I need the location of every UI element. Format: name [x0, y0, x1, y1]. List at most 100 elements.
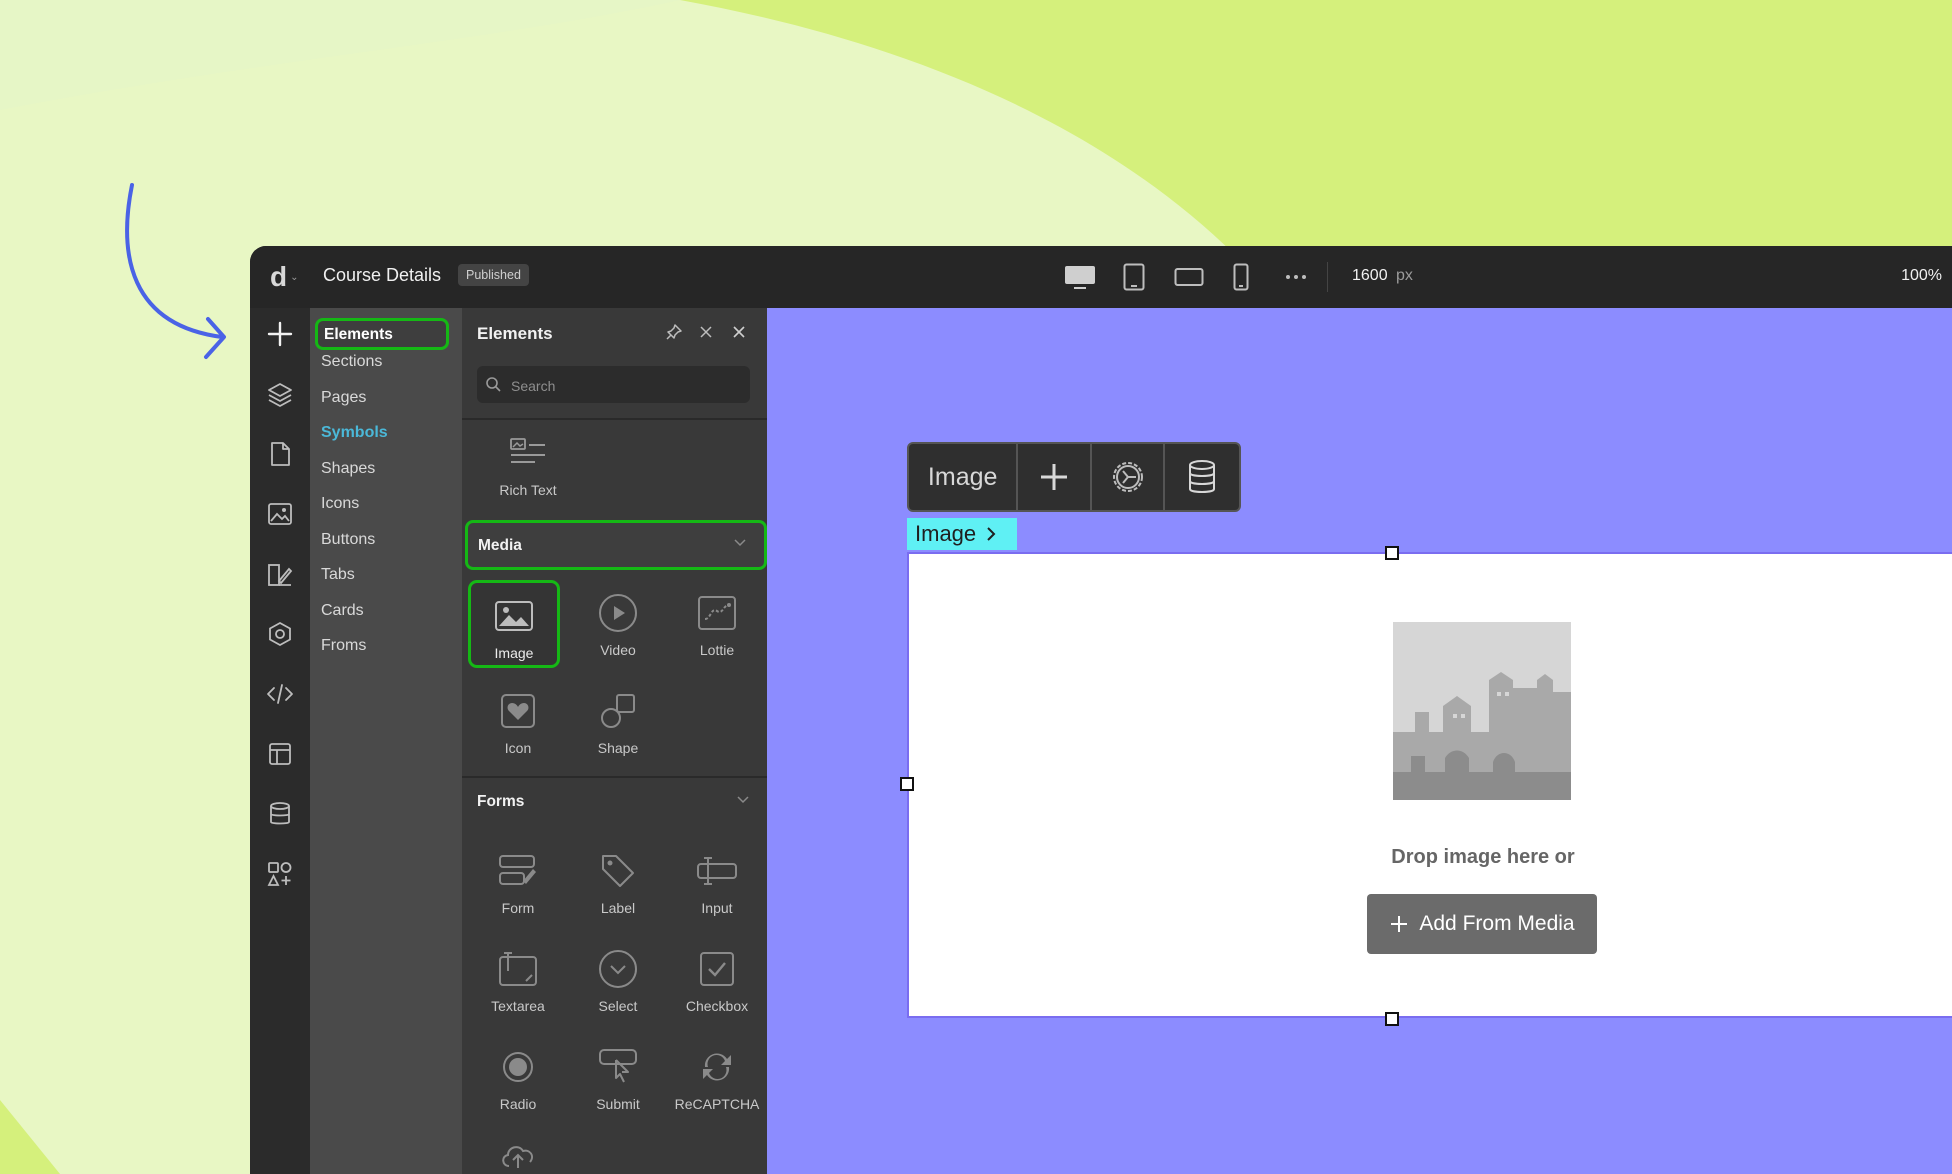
checkbox-icon	[700, 952, 734, 986]
element-checkbox[interactable]: Checkbox	[671, 936, 763, 1024]
pin-panel-button[interactable]	[662, 320, 686, 344]
tablet-view-button[interactable]	[1120, 263, 1148, 291]
category-sections[interactable]: Sections	[321, 353, 382, 371]
layers-button[interactable]	[262, 376, 298, 412]
search-icon	[486, 377, 501, 392]
pages-button[interactable]	[262, 436, 298, 472]
more-options-button[interactable]	[1282, 263, 1310, 291]
lottie-icon	[698, 596, 736, 630]
category-icons[interactable]: Icons	[321, 495, 359, 513]
canvas-width-input[interactable]: 1600	[1352, 267, 1388, 285]
collapse-panel-button[interactable]	[694, 320, 718, 344]
search-box	[477, 366, 750, 405]
collapse-icon	[700, 326, 712, 338]
mobile-view-button[interactable]	[1230, 263, 1252, 291]
plus-icon	[1041, 464, 1068, 490]
add-from-media-label: Add From Media	[1419, 912, 1575, 935]
forms-section-header[interactable]: Forms	[462, 780, 767, 824]
category-nav: Elements Sections Pages Symbols Shapes I…	[310, 308, 462, 1174]
search-input[interactable]	[509, 366, 743, 405]
element-upload[interactable]	[472, 1126, 564, 1174]
layout-icon	[269, 743, 291, 765]
element-textarea[interactable]: Textarea	[472, 936, 564, 1024]
panel-divider	[462, 776, 767, 778]
toolbar-add-button[interactable]	[1018, 444, 1092, 510]
design-canvas[interactable]: Image Image Drop image here or Add From …	[767, 308, 1952, 1174]
element-label: Lottie	[699, 642, 735, 658]
category-forms[interactable]: Froms	[321, 637, 366, 655]
zoom-level[interactable]: 100%	[1901, 267, 1942, 285]
image-icon-wrap	[494, 593, 534, 639]
chevron-right-icon	[987, 527, 996, 541]
status-badge: Published	[458, 264, 529, 286]
toolbar-data-button[interactable]	[1165, 444, 1239, 510]
category-pages[interactable]: Pages	[321, 389, 366, 407]
element-label: Checkbox	[685, 998, 749, 1014]
add-elements-button[interactable]	[262, 316, 298, 352]
element-select[interactable]: Select	[572, 936, 664, 1024]
category-shapes[interactable]: Shapes	[321, 460, 375, 478]
category-symbols[interactable]: Symbols	[321, 424, 388, 442]
templates-button[interactable]	[262, 736, 298, 772]
resize-handle-bottom[interactable]	[1385, 1012, 1399, 1026]
element-video[interactable]: Video	[572, 580, 664, 668]
code-icon	[267, 684, 293, 704]
image-element[interactable]: Drop image here or Add From Media	[907, 552, 1952, 1018]
element-lottie[interactable]: Lottie	[671, 580, 763, 668]
upload-icon-wrap	[499, 1136, 537, 1174]
apps-button[interactable]	[262, 856, 298, 892]
media-button[interactable]	[262, 496, 298, 532]
category-cards[interactable]: Cards	[321, 602, 364, 620]
element-label: ReCAPTCHA	[674, 1096, 760, 1112]
checkbox-icon-wrap	[699, 946, 735, 992]
element-label-item[interactable]: Label	[572, 838, 664, 926]
element-radio[interactable]: Radio	[472, 1034, 564, 1122]
element-submit[interactable]: Submit	[572, 1034, 664, 1122]
category-tabs[interactable]: Tabs	[321, 566, 355, 584]
desktop-icon	[1065, 266, 1095, 289]
element-input[interactable]: Input	[671, 838, 763, 926]
element-shape[interactable]: Shape	[572, 678, 664, 766]
selection-breadcrumb[interactable]: Image	[907, 518, 1017, 550]
plus-icon	[1391, 916, 1408, 932]
recaptcha-icon	[703, 1053, 731, 1081]
mobile-landscape-icon	[1174, 268, 1204, 286]
app-logo-menu[interactable]: d ⌄	[270, 263, 310, 291]
element-label: Radio	[499, 1096, 537, 1112]
element-image[interactable]: Image	[468, 580, 560, 668]
element-label: Textarea	[491, 998, 545, 1014]
element-recaptcha[interactable]: ReCAPTCHA	[671, 1034, 763, 1122]
category-elements[interactable]: Elements	[315, 318, 449, 350]
styles-button[interactable]	[262, 556, 298, 592]
desktop-view-button[interactable]	[1062, 263, 1098, 291]
image-icon	[268, 503, 292, 525]
media-section-header[interactable]: Media	[465, 520, 767, 570]
element-label: Icon	[504, 740, 532, 756]
components-button[interactable]	[262, 616, 298, 652]
landscape-view-button[interactable]	[1172, 263, 1206, 291]
database-button[interactable]	[262, 796, 298, 832]
code-button[interactable]	[262, 676, 298, 712]
toolbar-settings-button[interactable]	[1092, 444, 1166, 510]
layers-icon	[268, 383, 292, 407]
resize-handle-top[interactable]	[1385, 546, 1399, 560]
element-rich-text[interactable]: Rich Text	[482, 420, 574, 508]
more-icon	[1286, 275, 1306, 279]
element-icon[interactable]: Icon	[472, 678, 564, 766]
tag-icon	[602, 855, 634, 887]
element-label: Input	[701, 900, 733, 916]
section-title: Forms	[477, 793, 525, 810]
close-panel-button[interactable]	[727, 320, 751, 344]
element-form[interactable]: Form	[472, 838, 564, 926]
submit-icon	[599, 1049, 637, 1083]
element-label: Select	[598, 998, 638, 1014]
input-icon	[697, 857, 737, 885]
add-from-media-button[interactable]: Add From Media	[1367, 894, 1597, 954]
category-buttons[interactable]: Buttons	[321, 531, 375, 549]
toolbar-divider	[1327, 262, 1328, 292]
chevron-down-icon: ⌄	[290, 271, 299, 283]
textarea-icon-wrap	[498, 946, 538, 992]
chevron-down-icon	[734, 539, 746, 547]
resize-handle-left[interactable]	[900, 777, 914, 791]
element-toolbar: Image	[907, 442, 1241, 512]
